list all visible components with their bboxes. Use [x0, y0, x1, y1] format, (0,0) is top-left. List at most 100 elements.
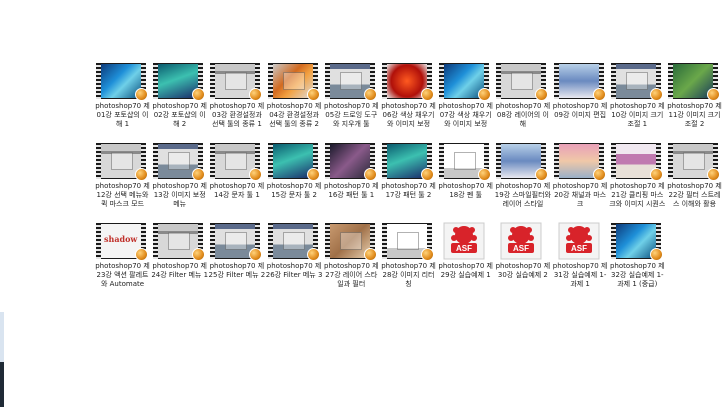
file-name-label: photoshop70 제14강 문자 툴 1 — [209, 182, 265, 199]
file-name-label: photoshop70 제25강 Filter 메뉴 2 — [208, 262, 266, 279]
media-player-badge-icon — [421, 248, 434, 261]
media-player-badge-icon — [135, 88, 148, 101]
file-name-label: photoshop70 제03강 환경설정과 선택 툴의 종류 1 — [209, 102, 265, 128]
media-player-badge-icon — [707, 88, 720, 101]
file-item[interactable]: photoshop70 제24강 Filter 메뉴 1 — [151, 223, 208, 303]
media-player-badge-icon — [478, 88, 492, 101]
media-player-badge-icon — [535, 88, 549, 101]
file-name-label: photoshop70 제11강 이미지 크기 조절 2 — [667, 102, 722, 128]
file-name-label: photoshop70 제17강 패턴 툴 2 — [381, 182, 436, 199]
file-name-label: photoshop70 제20강 채널과 마스크 — [552, 182, 608, 208]
media-player-badge-icon — [363, 248, 377, 261]
file-item[interactable]: photoshop70 제03강 환경설정과 선택 툴의 종류 1 — [208, 63, 265, 143]
file-item[interactable]: photoshop70 제07강 색상 채우기와 이미지 보정 — [437, 63, 494, 143]
media-player-badge-icon — [192, 168, 206, 181]
file-name-label: photoshop70 제24강 Filter 메뉴 1 — [151, 262, 209, 279]
file-name-label: photoshop70 제29강 실습예제 1 — [438, 262, 493, 279]
file-name-label: photoshop70 제04강 환경설정과 선택 툴의 종류 2 — [266, 102, 322, 128]
file-name-label: photoshop70 제07강 색상 채우기와 이미지 보정 — [438, 102, 493, 128]
file-item[interactable]: photoshop70 제08강 레이어의 이해 — [494, 63, 551, 143]
file-item[interactable]: photoshop70 제09강 이미지 편집 — [552, 63, 609, 143]
file-name-label: photoshop70 제12강 선택 메뉴와 퀵 마스크 모드 — [95, 182, 150, 208]
file-item[interactable]: photoshop70 제28강 이미지 리터칭 — [380, 223, 437, 303]
file-item[interactable]: photoshop70 제13강 이미지 보정 메뉴 — [151, 143, 208, 223]
file-name-label: photoshop70 제15강 문자 툴 2 — [266, 182, 322, 199]
media-player-badge-icon — [649, 88, 663, 101]
file-item[interactable]: photoshop70 제05강 드로잉 도구와 지우개 툴 — [323, 63, 380, 143]
file-item[interactable]: photoshop70 제14강 문자 툴 1 — [208, 143, 265, 223]
file-name-label: photoshop70 제13강 이미지 보정 메뉴 — [152, 182, 207, 208]
media-player-badge-icon — [707, 168, 720, 181]
media-player-badge-icon — [363, 168, 377, 181]
media-player-badge-icon — [421, 168, 434, 181]
file-item[interactable]: photoshop70 제04강 환경설정과 선택 툴의 종류 2 — [266, 63, 323, 143]
file-name-label: photoshop70 제08강 레이어의 이해 — [495, 102, 551, 128]
media-player-badge-icon — [535, 168, 549, 181]
file-item[interactable]: photoshop70 제19강 스마일필터와 레이어 스타일 — [494, 143, 551, 223]
file-name-label: photoshop70 제22강 필터 스트레스 이해와 활용 — [667, 182, 722, 208]
left-edge-strip — [0, 312, 4, 407]
file-item[interactable]: photoshop70 제16강 패턴 툴 1 — [323, 143, 380, 223]
file-name-label: photoshop70 제23강 액션 팔레트와 Automate — [95, 262, 150, 288]
asf-icon-text: ASF — [571, 244, 587, 253]
file-name-label: photoshop70 제27강 레이어 스타일과 필터 — [324, 262, 379, 288]
asf-icon-text: ASF — [513, 244, 529, 253]
file-item[interactable]: photoshop70 제20강 채널과 마스크 — [552, 143, 609, 223]
media-player-badge-icon — [592, 168, 606, 181]
media-player-badge-icon — [249, 88, 263, 101]
file-name-label: photoshop70 제06강 색상 채우기와 이미지 보정 — [381, 102, 436, 128]
file-name-label: photoshop70 제30강 실습예제 2 — [495, 262, 551, 279]
file-name-label: photoshop70 제18강 펜 툴 — [438, 182, 493, 199]
media-player-badge-icon — [192, 248, 206, 261]
file-name-label: photoshop70 제19강 스마일필터와 레이어 스타일 — [494, 182, 551, 208]
file-item[interactable]: photoshop70 제27강 레이어 스타일과 필터 — [323, 223, 380, 303]
file-name-label: photoshop70 제26강 Filter 메뉴 3 — [265, 262, 323, 279]
file-name-label: photoshop70 제01강 포토샵의 이해 1 — [95, 102, 150, 128]
media-player-badge-icon — [363, 88, 377, 101]
file-item[interactable]: photoshop70 제15강 문자 툴 2 — [266, 143, 323, 223]
file-item[interactable]: photoshop70 제32강 실습예제 1-과제 1 (중급) — [609, 223, 666, 303]
file-name-label: photoshop70 제21강 클리핑 마스크와 이미지 시퀀스 — [609, 182, 666, 208]
media-player-badge-icon — [249, 168, 263, 181]
thumbnail-text: shadow — [104, 234, 138, 244]
file-item[interactable]: photoshop70 제10강 이미지 크기 조절 1 — [609, 63, 666, 143]
file-item[interactable]: photoshop70 제21강 클리핑 마스크와 이미지 시퀀스 — [609, 143, 666, 223]
media-player-badge-icon — [592, 88, 606, 101]
media-player-badge-icon — [421, 88, 434, 101]
file-item[interactable]: photoshop70 제12강 선택 메뉴와 퀵 마스크 모드 — [94, 143, 151, 223]
file-grid: photoshop70 제01강 포토샵의 이해 1 photoshop70 제… — [94, 63, 724, 311]
media-player-badge-icon — [306, 168, 320, 181]
asf-file-icon: ASF — [443, 222, 485, 260]
file-item[interactable]: photoshop70 제11강 이미지 크기 조절 2 — [666, 63, 723, 143]
file-name-label: photoshop70 제10강 이미지 크기 조절 1 — [610, 102, 665, 128]
file-item[interactable]: ASF photoshop70 제31강 실습예제 1-과제 1 — [552, 222, 609, 303]
media-player-badge-icon — [249, 248, 263, 261]
file-name-label: photoshop70 제31강 실습예제 1-과제 1 — [552, 262, 608, 288]
file-item[interactable]: photoshop70 제17강 패턴 툴 2 — [380, 143, 437, 223]
file-item[interactable]: photoshop70 제06강 색상 채우기와 이미지 보정 — [380, 63, 437, 143]
media-player-badge-icon — [306, 248, 320, 261]
file-item[interactable]: photoshop70 제22강 필터 스트레스 이해와 활용 — [666, 143, 723, 223]
media-player-badge-icon — [135, 248, 148, 261]
media-player-badge-icon — [135, 168, 148, 181]
file-item[interactable]: photoshop70 제25강 Filter 메뉴 2 — [208, 223, 265, 303]
file-item[interactable]: photoshop70 제01강 포토샵의 이해 1 — [94, 63, 151, 143]
media-player-badge-icon — [192, 88, 206, 101]
file-name-label: photoshop70 제28강 이미지 리터칭 — [381, 262, 436, 288]
file-name-label: photoshop70 제32강 실습예제 1-과제 1 (중급) — [610, 262, 665, 288]
media-player-badge-icon — [306, 88, 320, 101]
file-name-label: photoshop70 제09강 이미지 편집 — [552, 102, 608, 119]
file-item[interactable]: shadow photoshop70 제23강 액션 팔레트와 Automate — [94, 223, 151, 303]
file-item[interactable]: photoshop70 제18강 펜 툴 — [437, 143, 494, 223]
media-player-badge-icon — [649, 168, 663, 181]
file-name-label: photoshop70 제05강 드로잉 도구와 지우개 툴 — [324, 102, 379, 128]
asf-file-icon: ASF — [558, 222, 600, 260]
media-player-badge-icon — [478, 168, 492, 181]
asf-file-icon: ASF — [500, 222, 542, 260]
asf-icon-text: ASF — [456, 244, 472, 253]
file-item[interactable]: ASF photoshop70 제30강 실습예제 2 — [494, 222, 551, 303]
file-name-label: photoshop70 제02강 포토샵의 이해 2 — [152, 102, 207, 128]
file-item[interactable]: photoshop70 제26강 Filter 메뉴 3 — [266, 223, 323, 303]
file-item[interactable]: ASF photoshop70 제29강 실습예제 1 — [437, 222, 494, 303]
file-item[interactable]: photoshop70 제02강 포토샵의 이해 2 — [151, 63, 208, 143]
